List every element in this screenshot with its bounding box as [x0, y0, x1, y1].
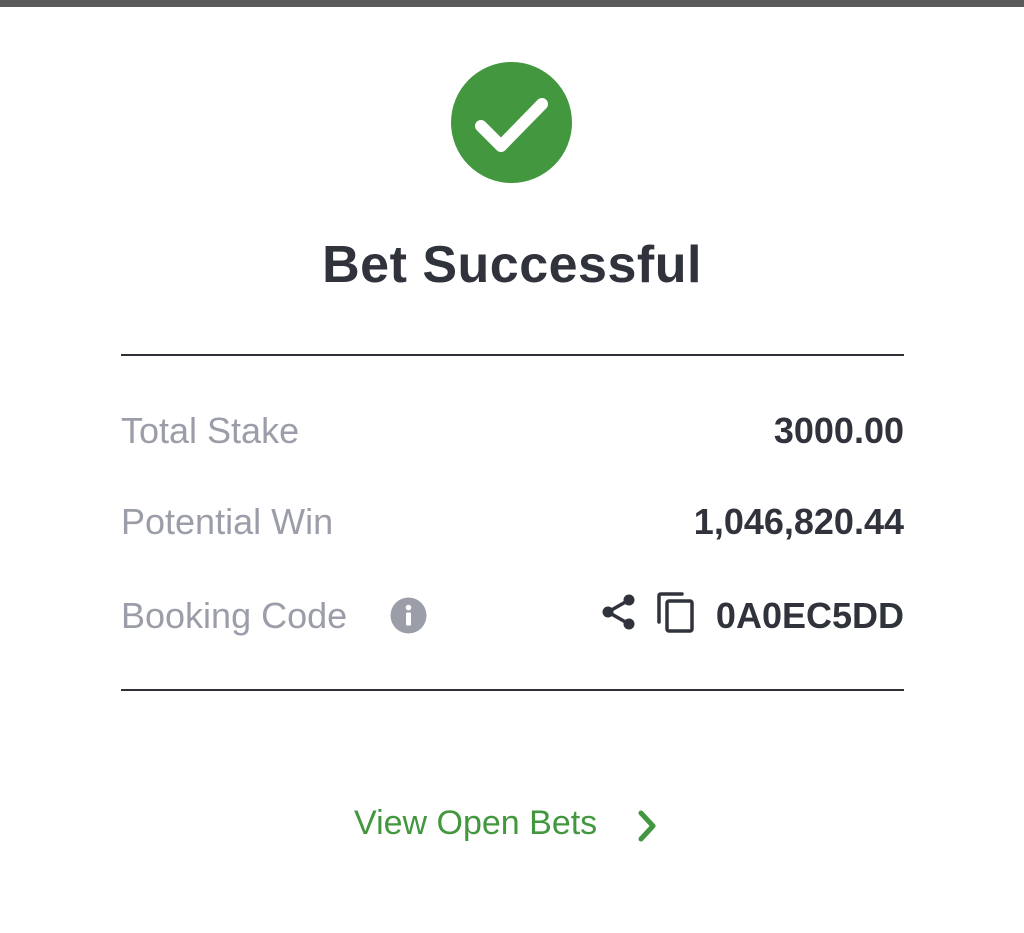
potential-win-label: Potential Win — [121, 501, 334, 542]
view-open-bets-link[interactable]: View Open Bets — [354, 798, 674, 854]
success-checkmark-icon — [451, 62, 572, 183]
top-bar-edge — [0, 0, 1024, 7]
chevron-right-icon — [638, 810, 656, 842]
divider-bottom — [121, 689, 904, 691]
share-icon[interactable] — [599, 592, 639, 632]
potential-win-value: 1,046,820.44 — [693, 501, 904, 542]
view-open-bets-label: View Open Bets — [354, 804, 598, 842]
copy-icon[interactable] — [654, 590, 698, 634]
total-stake-value: 3000.00 — [773, 410, 904, 451]
divider-top — [121, 354, 904, 356]
info-icon[interactable] — [390, 597, 427, 634]
booking-code-label: Booking Code — [121, 595, 348, 636]
booking-code-value[interactable]: 0A0EC5DD — [716, 594, 904, 638]
total-stake-label: Total Stake — [121, 410, 300, 451]
page-title: Bet Successful — [322, 236, 702, 294]
